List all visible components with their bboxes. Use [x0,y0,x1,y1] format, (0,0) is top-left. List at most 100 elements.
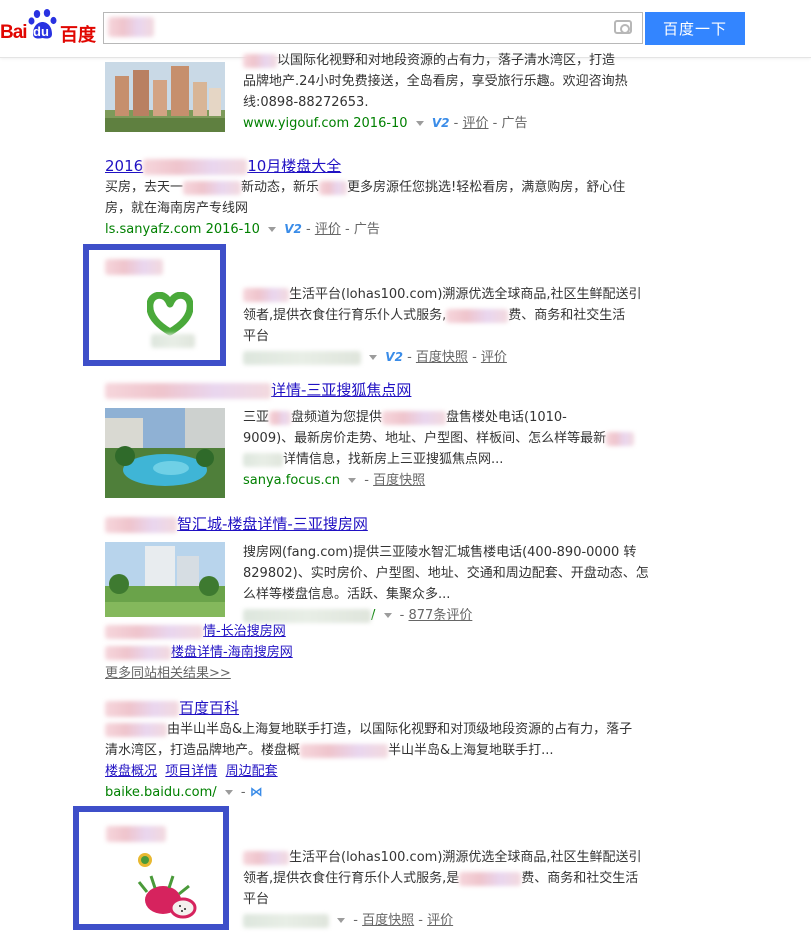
baidu-logo[interactable]: Bai du 百度 [0,8,100,48]
result4-snapshot-link[interactable]: 百度快照 [373,473,425,488]
search-input[interactable] [103,12,643,44]
park-building-image [105,542,225,617]
result1-desc-line2: 品牌地产.24小时免费接送，全岛看房，享受旅行乐趣。欢迎咨询热 [243,74,628,89]
result4-desc-line2: 9009)、最新房价走势、地址、户型图、样板间、怎么样等最新 [243,428,643,449]
result2-meta: ls.sanyafz.com 2016-10 V2 - 评价 - 广告 [105,222,380,237]
lohas-logo-icon [147,292,193,336]
result5-thumbnail[interactable] [105,542,225,617]
result4-title[interactable]: 详情-三亚搜狐焦点网 [105,379,645,401]
search-button[interactable]: 百度一下 [645,12,745,45]
result1-url[interactable]: www.yigouf.com [243,116,349,131]
redacted-text [183,180,242,195]
redacted-text [606,431,635,446]
redacted-text [459,871,522,886]
dropdown-caret-icon[interactable] [224,790,233,795]
redacted-text [382,410,447,425]
result1-comment-link[interactable]: 评价 [463,116,489,131]
redacted-text [106,826,166,842]
result4-thumbnail[interactable] [105,408,225,498]
redacted-text [105,382,271,399]
redacted-text [446,308,509,323]
logo-text-du: du [33,24,49,39]
result7: 生活平台(lohas100.com)溯源优选全球商品,社区生鲜配送引 领者,提供… [243,847,643,931]
result5-desc-line2: 829802)、实时房价、户型图、地址、交通和周边配套、开盘动态、怎 [243,566,649,581]
redacted-text [243,452,283,467]
result6-desc-line1: 由半山半岛&上海复地联手打造，以国际化视野和对顶级地段资源的占有力，落子 [105,719,645,740]
baike-link-details[interactable]: 项目详情 [165,764,217,779]
result3-comment-link[interactable]: 评价 [481,350,507,365]
result7-comment-link[interactable]: 评价 [427,913,453,928]
result1: 以国际化视野和对地段资源的占有力，落子清水湾区，打造 品牌地产.24小时免费接送… [243,50,643,134]
result1-desc-line3: 线:0898-88272653. [243,95,369,110]
baike-link-surroundings[interactable]: 周边配套 [226,764,278,779]
result7-desc-line1: 生活平台(lohas100.com)溯源优选全球商品,社区生鲜配送引 [243,847,643,868]
dropdown-caret-icon[interactable] [415,121,424,126]
result3-thumbnail-highlight[interactable] [83,244,226,366]
result2-comment-link[interactable]: 评价 [315,222,341,237]
building-image [105,62,225,132]
ad-label: 广告 [353,222,380,237]
baike-link-overview[interactable]: 楼盘概况 [105,764,157,779]
result5-body: 搜房网(fang.com)提供三亚陵水智汇城售楼电话(400-890-0000 … [243,542,653,626]
dropdown-caret-icon[interactable] [337,918,346,923]
result7-snapshot-link[interactable]: 百度快照 [362,913,414,928]
result5-desc-line3: 么样等楼盘信息。活跃、集聚众多... [243,587,451,602]
result4-desc-line1: 三亚 盘频道为您提供 盘售楼处电话(1010- [243,410,567,425]
result6-title[interactable]: 百度百科 [105,697,645,719]
redacted-text [243,53,277,68]
result1-meta: www.yigouf.com 2016-10 V2 - 评价 - 广告 [243,116,528,131]
redacted-text [105,700,179,717]
camera-icon[interactable] [614,20,632,34]
result5: 智汇城-楼盘详情-三亚搜房网 [105,513,645,535]
result5-sublinks: 情-长治搜房网 楼盘详情-海南搜房网 更多同站相关结果>> [105,621,505,684]
dropdown-caret-icon[interactable] [369,355,378,360]
result6-desc-line2: 清水湾区，打造品牌地产。楼盘概 半山半岛&上海复地联手打... [105,743,554,758]
redacted-text [269,410,292,425]
redacted-url [243,913,329,928]
redacted-text [300,743,389,758]
result4: 详情-三亚搜狐焦点网 [105,379,645,401]
result4-meta: sanya.focus.cn - 百度快照 [243,473,426,488]
result1-desc-line1: 以国际化视野和对地段资源的占有力，落子清水湾区，打造 [277,53,616,68]
result7-desc-line3: 平台 [243,892,270,907]
result1-date: 2016-10 [353,116,408,131]
v2-badge-icon[interactable]: V2 [385,350,403,364]
result5-sublink-2[interactable]: 楼盘详情-海南搜房网 [171,645,293,660]
result5-sublink-1[interactable]: 情-长治搜房网 [203,624,286,639]
dropdown-caret-icon[interactable] [348,478,357,483]
result3-meta: V2 - 百度快照 - 评价 [243,347,643,368]
result4-desc-line3: 详情信息，找新房上三亚搜狐焦点网... [243,449,643,470]
result2-desc-line2: 房，就在海南房产专线网 [105,201,249,216]
result7-thumbnail-highlight[interactable] [73,806,229,930]
redacted-text [243,287,289,302]
redacted-text [151,334,195,348]
redacted-text [105,624,203,639]
result6-links: 楼盘概况 项目详情 周边配套 [105,761,645,782]
redacted-text [105,722,167,737]
ad-label: 广告 [501,116,528,131]
result2-url[interactable]: ls.sanyafz.com [105,222,201,237]
result5-title[interactable]: 智汇城-楼盘详情-三亚搜房网 [105,513,645,535]
result6-meta: baike.baidu.com/ - ⋈ [105,785,263,800]
result1-thumbnail[interactable] [105,62,225,132]
result3-desc-line1: 生活平台(lohas100.com)溯源优选全球商品,社区生鲜配送引 [243,284,643,305]
v2-badge-icon[interactable]: V2 [284,222,302,236]
v2-badge-icon[interactable]: V2 [432,116,450,130]
result6-url[interactable]: baike.baidu.com/ [105,785,217,800]
baike-bowtie-icon[interactable]: ⋈ [250,785,263,800]
logo-text-bai: Bai [0,22,28,43]
dropdown-caret-icon[interactable] [268,227,277,232]
redacted-text [143,158,248,175]
redacted-text [319,180,348,195]
result2-title[interactable]: 2016 10月楼盘大全 [105,155,645,177]
result3-desc-line2: 领者,提供衣食住行育乐仆人式服务, 费、商务和社交生活 [243,308,626,323]
result7-meta: - 百度快照 - 评价 [243,910,643,931]
result2: 2016 10月楼盘大全 买房，去天一 新动态，新乐 更多房源任您挑选!轻松看房，满意… [105,155,645,240]
result3-snapshot-link[interactable]: 百度快照 [416,350,468,365]
redacted-text [105,645,171,660]
more-site-results-link[interactable]: 更多同站相关结果>> [105,666,231,681]
redacted-text [105,516,177,533]
dropdown-caret-icon[interactable] [383,613,392,618]
resort-pool-image [105,408,225,498]
result4-url[interactable]: sanya.focus.cn [243,473,340,488]
